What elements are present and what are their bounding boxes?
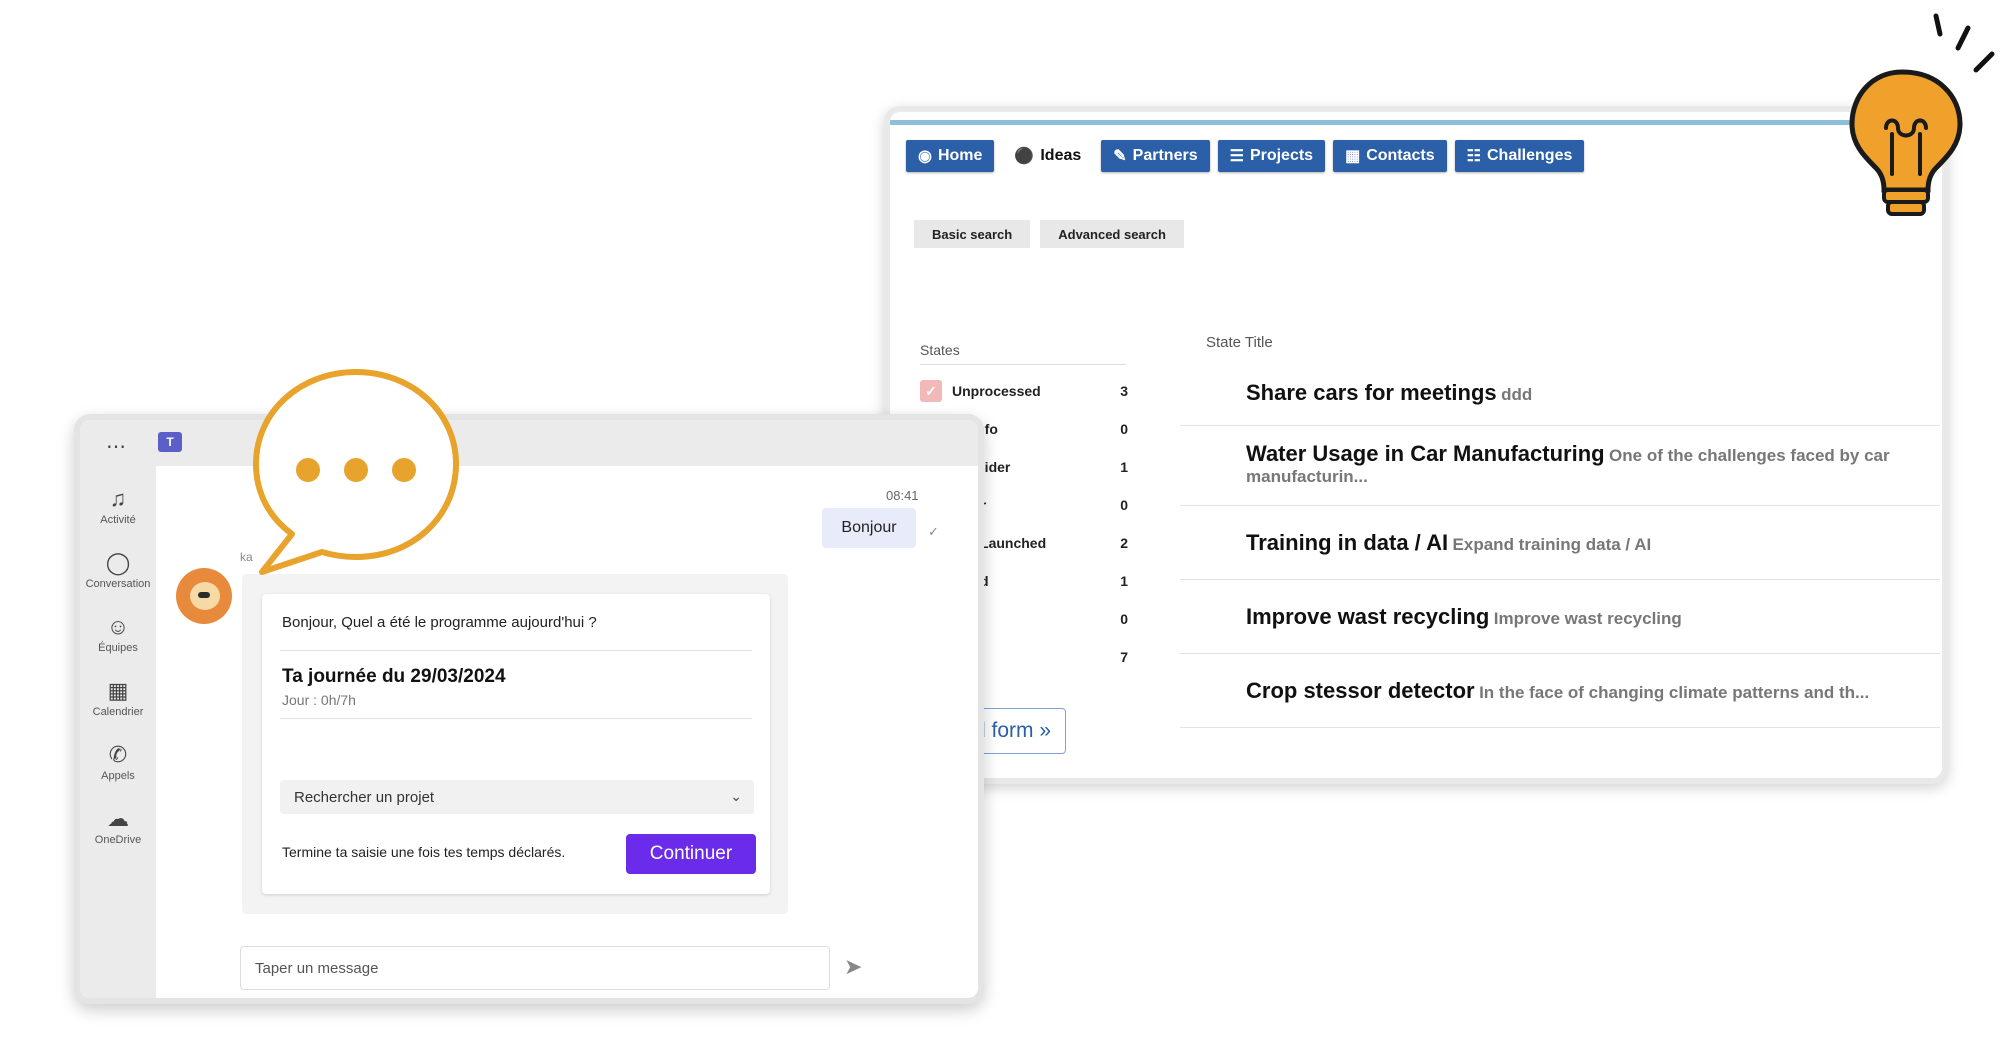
team-icon: ☷ bbox=[1466, 148, 1481, 165]
nav-tab-ideas[interactable]: ⚫ Ideas bbox=[1002, 140, 1093, 172]
nav-tab-label: Contacts bbox=[1366, 147, 1435, 164]
globe-icon: ◉ bbox=[918, 148, 932, 165]
checkbox-checked-icon[interactable]: ✓ bbox=[920, 380, 942, 402]
list-header: State Title bbox=[1206, 334, 1273, 351]
rail-item-onedrive[interactable]: ☁ OneDrive bbox=[80, 806, 156, 846]
card-day-title: Ta journée du 29/03/2024 bbox=[282, 666, 506, 687]
idea-description: ddd bbox=[1501, 385, 1533, 404]
continue-button[interactable]: Continuer bbox=[626, 834, 756, 874]
teams-icon: ☺ bbox=[106, 614, 130, 639]
rail-item-label: Calendrier bbox=[92, 706, 144, 718]
idea-title[interactable]: Water Usage in Car Manufacturing bbox=[1246, 441, 1605, 466]
state-count: 0 bbox=[1120, 611, 1128, 627]
project-select[interactable]: Rechercher un projet ⌄ bbox=[280, 780, 754, 814]
state-count: 1 bbox=[1120, 573, 1128, 589]
rail-item-teams[interactable]: ☺ Équipes bbox=[80, 614, 156, 654]
rail-item-label: OneDrive bbox=[94, 834, 142, 846]
ideas-window: ◉ Home ⚫ Ideas ✎ Partners ☰ Projects ▦ C… bbox=[890, 112, 1942, 778]
idea-title[interactable]: Training in data / AI bbox=[1246, 530, 1448, 555]
rail-item-label: Conversation bbox=[85, 578, 151, 590]
idea-row[interactable]: Water Usage in Car Manufacturing One of … bbox=[1180, 426, 1940, 506]
nav-tab-label: Partners bbox=[1132, 147, 1198, 164]
divider bbox=[280, 718, 752, 719]
select-value: Rechercher un projet bbox=[294, 788, 435, 806]
state-count: 0 bbox=[1120, 497, 1128, 513]
idea-title[interactable]: Improve wast recycling bbox=[1246, 604, 1489, 629]
nav-tab-label: Ideas bbox=[1040, 147, 1082, 164]
nav-tab-label: Challenges bbox=[1487, 147, 1573, 164]
idea-description: Improve wast recycling bbox=[1493, 609, 1682, 628]
divider bbox=[280, 650, 752, 651]
idea-row[interactable]: Crop stessor detector In the face of cha… bbox=[1180, 654, 1940, 728]
idea-row[interactable]: Improve wast recycling Improve wast recy… bbox=[1180, 580, 1940, 654]
my-message-bubble: Bonjour bbox=[822, 508, 916, 548]
lightbulb-icon: ⚫ bbox=[1014, 148, 1035, 165]
card-hours: Jour : 0h/7h bbox=[282, 692, 356, 708]
layers-icon: ☰ bbox=[1229, 148, 1244, 165]
rail-item-label: Appels bbox=[101, 770, 135, 782]
idea-title[interactable]: Share cars for meetings bbox=[1246, 380, 1497, 405]
idea-description: In the face of changing climate patterns… bbox=[1479, 683, 1870, 702]
handshake-icon: ✎ bbox=[1113, 148, 1127, 165]
state-count: 3 bbox=[1120, 383, 1128, 399]
app-rail: ♫ Activité ◯ Conversation ☺ Équipes ▦ Ca… bbox=[80, 466, 156, 998]
state-count: 0 bbox=[1120, 421, 1128, 437]
idea-title[interactable]: Crop stessor detector bbox=[1246, 678, 1475, 703]
state-count: 2 bbox=[1120, 535, 1128, 551]
state-count: 1 bbox=[1120, 459, 1128, 475]
read-receipt-icon: ✓ bbox=[928, 524, 939, 539]
adaptive-card: Bonjour, Quel a été le programme aujourd… bbox=[262, 594, 770, 894]
cloud-icon: ☁ bbox=[107, 806, 129, 831]
id-card-icon: ▦ bbox=[1345, 148, 1361, 165]
rail-item-chat[interactable]: ◯ Conversation bbox=[80, 550, 156, 590]
message-timestamp: 08:41 bbox=[886, 488, 919, 503]
nav-tab-label: Home bbox=[937, 147, 983, 164]
speech-bubble-icon bbox=[253, 369, 459, 575]
chevron-down-icon: ⌄ bbox=[730, 788, 742, 804]
rail-item-calendar[interactable]: ▦ Calendrier bbox=[80, 678, 156, 718]
card-question: Bonjour, Quel a été le programme aujourd… bbox=[282, 614, 597, 631]
send-icon[interactable]: ➤ bbox=[844, 954, 862, 980]
teams-window: ⋯ T ♫ Activité ◯ Conversation ☺ Équipes … bbox=[80, 420, 978, 998]
phone-icon: ✆ bbox=[108, 742, 128, 767]
nav-tab-partners[interactable]: ✎ Partners bbox=[1101, 140, 1210, 172]
states-header: States bbox=[920, 342, 1126, 365]
bell-icon: ♫ bbox=[109, 486, 127, 511]
nav-tab-label: Projects bbox=[1249, 147, 1314, 164]
search-tabs: Basic search Advanced search bbox=[914, 220, 1184, 248]
idea-row[interactable]: Training in data / AI Expand training da… bbox=[1180, 506, 1940, 580]
rail-item-label: Activité bbox=[100, 514, 136, 526]
teams-logo-icon: T bbox=[158, 432, 182, 452]
rail-item-label: Équipes bbox=[98, 642, 138, 654]
nav-tab-home[interactable]: ◉ Home bbox=[906, 140, 995, 172]
window-accent-line bbox=[890, 120, 1942, 125]
chat-icon: ◯ bbox=[105, 550, 131, 575]
nav-tab-challenges[interactable]: ☷ Challenges bbox=[1454, 140, 1585, 172]
app-launcher-icon[interactable]: ⋯ bbox=[106, 434, 126, 459]
tab-basic-search[interactable]: Basic search bbox=[914, 220, 1031, 248]
tab-advanced-search[interactable]: Advanced search bbox=[1040, 220, 1184, 248]
calendar-icon: ▦ bbox=[107, 678, 129, 703]
nav-tab-contacts[interactable]: ▦ Contacts bbox=[1333, 140, 1447, 172]
lightbulb-icon bbox=[1849, 13, 1995, 216]
title-bar: ⋯ T bbox=[80, 420, 978, 466]
state-label: Unprocessed bbox=[952, 383, 1041, 399]
rail-item-calls[interactable]: ✆ Appels bbox=[80, 742, 156, 782]
state-count: 7 bbox=[1120, 649, 1128, 665]
main-nav: ◉ Home ⚫ Ideas ✎ Partners ☰ Projects ▦ C… bbox=[906, 140, 1585, 172]
idea-description: Expand training data / AI bbox=[1452, 535, 1652, 554]
bot-avatar[interactable] bbox=[176, 568, 232, 624]
card-note: Termine ta saisie une fois tes temps déc… bbox=[282, 844, 566, 860]
nav-tab-projects[interactable]: ☰ Projects bbox=[1217, 140, 1326, 172]
message-input[interactable]: Taper un message bbox=[240, 946, 830, 990]
rail-item-activity[interactable]: ♫ Activité bbox=[80, 486, 156, 526]
idea-row[interactable]: Share cars for meetings ddd bbox=[1180, 362, 1940, 426]
state-filter-row[interactable]: ✓ Unprocessed 3 bbox=[920, 378, 1128, 404]
